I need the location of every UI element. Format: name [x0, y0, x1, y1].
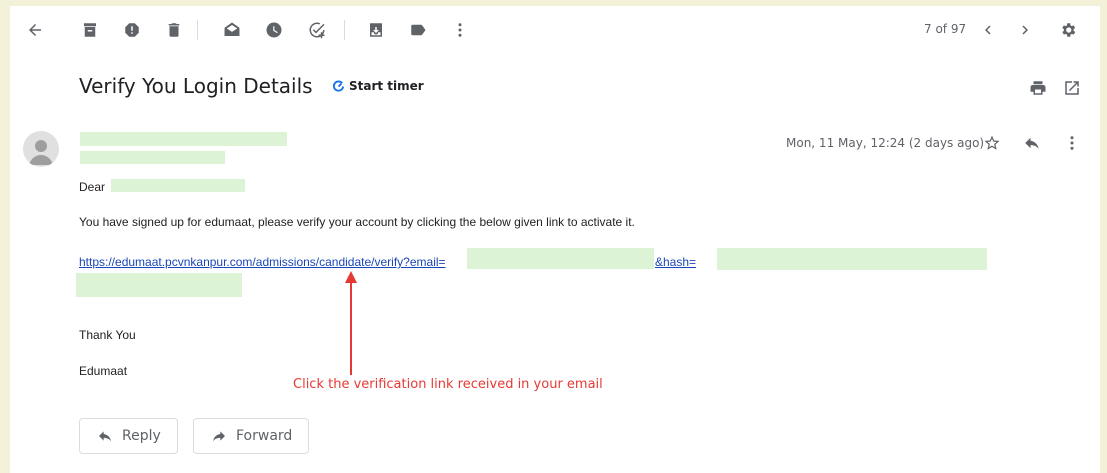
annotation-arrow-icon — [345, 271, 357, 375]
redacted-sender-email — [80, 151, 225, 164]
signature-text: Edumaat — [79, 364, 128, 378]
next-chevron-icon[interactable] — [1015, 20, 1035, 40]
star-icon[interactable] — [982, 133, 1002, 153]
settings-gear-icon[interactable] — [1058, 20, 1078, 40]
archive-icon[interactable] — [80, 20, 100, 40]
email-view-panel: 7 of 97 Verify You Login Details Start t… — [10, 6, 1100, 473]
more-options-icon[interactable] — [1062, 133, 1082, 153]
sender-avatar — [23, 131, 59, 167]
verification-link-part2[interactable]: &hash= — [655, 255, 696, 269]
back-arrow-icon[interactable] — [25, 20, 45, 40]
move-to-icon[interactable] — [366, 20, 386, 40]
email-subject: Verify You Login Details — [79, 74, 313, 98]
toolbar: 7 of 97 — [10, 6, 1100, 54]
print-icon[interactable] — [1028, 78, 1048, 98]
redacted-link-hash — [717, 248, 987, 270]
prev-chevron-icon[interactable] — [978, 20, 998, 40]
redacted-sender-name — [80, 132, 287, 146]
forward-button-label: Forward — [236, 428, 293, 444]
start-timer-button[interactable]: Start timer — [332, 79, 424, 93]
forward-button[interactable]: Forward — [193, 418, 310, 454]
avatar-person-icon — [29, 140, 53, 165]
open-new-window-icon[interactable] — [1062, 78, 1082, 98]
delete-icon[interactable] — [164, 20, 184, 40]
snooze-icon[interactable] — [264, 20, 284, 40]
body-message: You have signed up for edumaat, please v… — [79, 215, 635, 229]
report-spam-icon[interactable] — [122, 20, 142, 40]
reply-button[interactable]: Reply — [79, 418, 178, 454]
greeting-text: Dear — [79, 180, 106, 194]
add-task-icon[interactable] — [307, 20, 327, 40]
redacted-link-email — [467, 248, 654, 269]
timer-icon — [332, 80, 345, 92]
verification-link-part1[interactable]: https://edumaat.pcvnkanpur.com/admission… — [79, 255, 446, 269]
forward-button-icon — [213, 431, 225, 442]
redacted-link-tail — [76, 273, 242, 297]
reply-button-icon — [99, 431, 111, 442]
more-vert-icon[interactable] — [450, 20, 470, 40]
labels-icon[interactable] — [408, 20, 428, 40]
email-date: Mon, 11 May, 12:24 (2 days ago) — [786, 136, 985, 150]
message-counter: 7 of 97 — [924, 22, 967, 36]
annotation-text: Click the verification link received in … — [293, 377, 603, 392]
start-timer-label: Start timer — [349, 79, 424, 93]
thank-you-text: Thank You — [79, 328, 136, 342]
mark-unread-icon[interactable] — [222, 20, 242, 40]
reply-icon[interactable] — [1022, 133, 1042, 153]
redacted-recipient-name — [111, 179, 245, 192]
reply-button-label: Reply — [122, 428, 161, 444]
